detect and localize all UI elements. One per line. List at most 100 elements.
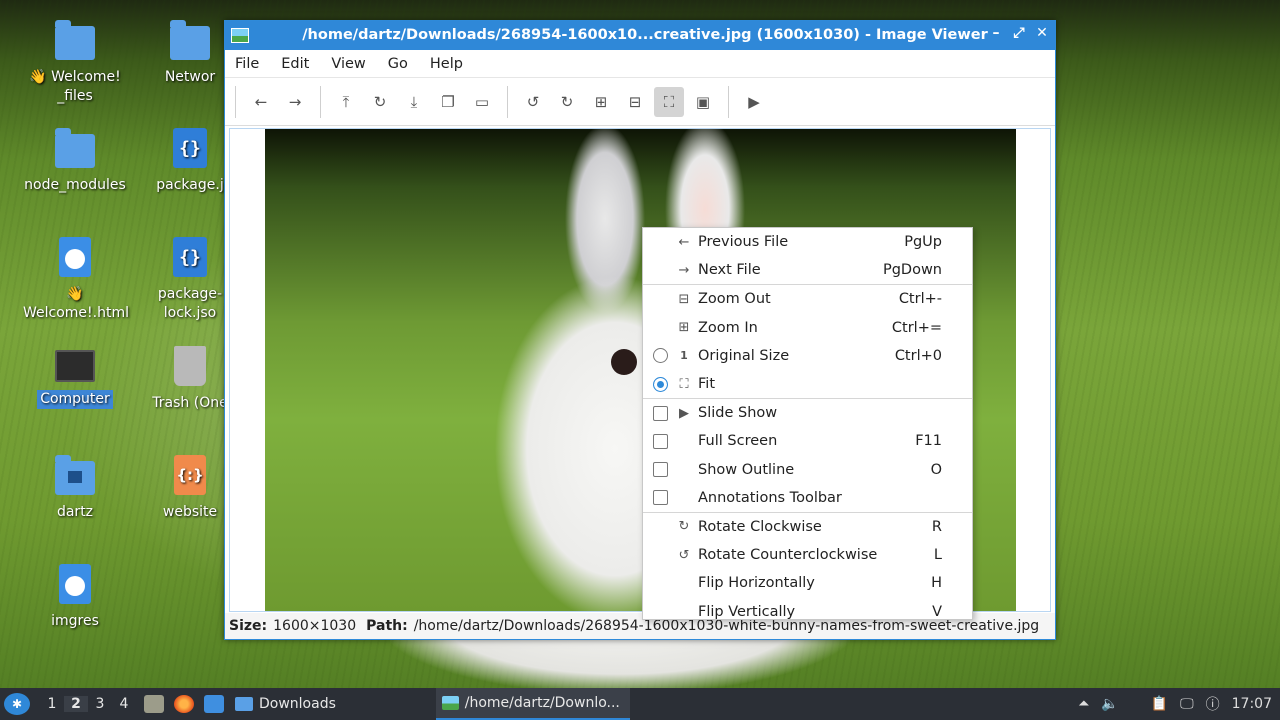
menu-item-next-file[interactable]: → Next File PgDown [643,256,972,284]
menu-item-accel: L [933,547,942,564]
desktop-icon-label: Networ [164,69,216,85]
desktop-icon-label: Computer [37,390,113,409]
menu-item-original-size[interactable]: 1 Original Size Ctrl+0 [643,342,972,370]
slide-show-checkbox[interactable] [653,405,668,421]
show-outline-checkbox[interactable] [653,462,668,478]
clock[interactable]: 17:07 [1232,696,1272,712]
menu-item-flip-vertically[interactable]: Flip Vertically V [643,597,972,625]
desktop-icon-welcome-html[interactable]: 👋 Welcome!.html [23,237,129,323]
menu-item-label: Rotate Clockwise [698,518,822,535]
desktop-icon-trash[interactable]: Trash (One [150,346,230,413]
desktop-icon-package-lock[interactable]: {} package- lock.jso [150,237,230,323]
fit-icon[interactable]: ⛶ [654,86,684,117]
workspace-3[interactable]: 3 [88,696,112,712]
menu-item-label: Previous File [698,234,789,251]
slideshow-icon[interactable]: ▶ [739,87,769,117]
menu-item-accel: Ctrl+- [898,291,942,308]
original-size-icon[interactable]: ▣ [688,87,718,117]
zoom-out-icon[interactable]: ⊟ [620,87,650,117]
save-icon[interactable]: ⤓ [399,87,429,117]
desktop-icon-label: node_modules [24,177,126,193]
menu-item-label: Next File [698,262,761,279]
workspace-4[interactable]: 4 [112,696,136,712]
toolbar-separator [320,85,321,118]
desktop-icon-website[interactable]: {:} website [150,455,230,522]
menu-item-flip-horizontally[interactable]: Flip Horizontally H [643,569,972,597]
maximize-button[interactable]: ⤢ [1012,25,1026,41]
annotations-toolbar-checkbox[interactable] [653,490,668,506]
menu-item-fit[interactable]: ⛶ Fit [643,370,972,398]
show-desktop-icon[interactable] [204,695,224,713]
menu-edit[interactable]: Edit [281,56,321,72]
start-menu-icon[interactable]: ✱ [4,693,30,715]
workspace-2[interactable]: 2 [64,696,88,712]
copy-icon[interactable]: ❐ [433,87,463,117]
menu-help[interactable]: Help [430,56,475,72]
file-manager-launcher-icon[interactable] [144,695,164,713]
menu-file[interactable]: File [235,56,271,72]
menu-view[interactable]: View [331,56,377,72]
menu-item-label: Annotations Toolbar [698,489,842,506]
menu-item-annotations-toolbar[interactable]: Annotations Toolbar [643,484,972,512]
zoom-out-icon: ⊟ [678,291,690,307]
menu-item-show-outline[interactable]: Show Outline O [643,456,972,484]
zoom-in-icon[interactable]: ⊞ [586,87,616,117]
close-button[interactable]: ✕ [1035,25,1049,41]
original-size-radio[interactable] [653,348,668,364]
menu-item-rotate-clockwise[interactable]: ↻ Rotate Clockwise R [643,513,972,541]
menu-item-rotate-counterclockwise[interactable]: ↺ Rotate Counterclockwise L [643,541,972,569]
rotate-counterclockwise-icon[interactable]: ↺ [518,87,548,117]
menu-item-accel: R [931,518,942,535]
path-label: Path: [366,618,408,634]
menu-item-label: Rotate Counterclockwise [698,547,878,564]
menu-item-label: Show Outline [698,461,795,478]
forward-icon[interactable]: → [280,87,310,117]
menu-item-accel: F11 [915,433,942,450]
reload-icon[interactable]: ↻ [365,87,395,117]
menu-item-full-screen[interactable]: Full Screen F11 [643,427,972,455]
menu-item-accel: Ctrl+0 [894,347,942,364]
full-screen-checkbox[interactable] [653,433,668,449]
tray-up-arrow-icon[interactable]: ⏶ [1078,696,1089,712]
arrow-right-icon: → [678,262,690,278]
menu-item-label: Zoom Out [698,291,771,308]
desktop-icon-node-modules[interactable]: node_modules [23,128,127,195]
firefox-icon[interactable] [174,695,194,713]
menu-item-label: Zoom In [698,319,758,336]
volume-icon[interactable]: 🔈 [1101,696,1118,712]
menu-item-accel: V [932,603,942,620]
desktop-icon-dartz[interactable]: dartz [23,455,127,522]
toolbar: ← → ⤒ ↻ ⤓ ❐ ▭ ↺ ↻ ⊞ ⊟ ⛶ ▣ ▶ [225,78,1055,126]
back-icon[interactable]: ← [246,87,276,117]
clipboard-icon[interactable]: 📋 [1151,696,1168,712]
desktop-icon-welcome-files[interactable]: 👋 Welcome! _files [23,20,127,106]
menu-go[interactable]: Go [388,56,420,72]
menu-item-previous-file[interactable]: ← Previous File PgUp [643,228,972,256]
workspace-1[interactable]: 1 [40,696,64,712]
desktop-icon-package-json[interactable]: {} package.j [150,128,230,195]
desktop-icon-computer[interactable]: Computer [23,346,127,409]
desktop-icon-network[interactable]: Networ [150,20,230,87]
code-file-icon: {} [173,128,207,168]
task-downloads[interactable]: Downloads [229,688,346,720]
folder-icon [55,128,95,168]
menu-item-accel: PgUp [904,234,942,251]
minimize-button[interactable]: – [989,25,1003,41]
desktop-icon-label: 👋 Welcome!.html [23,286,129,321]
upload-icon[interactable]: ⤒ [331,87,361,117]
js-file-icon: {:} [174,455,206,495]
menu-item-zoom-out[interactable]: ⊟ Zoom Out Ctrl+- [643,285,972,313]
rotate-clockwise-icon[interactable]: ↻ [552,87,582,117]
title-bar[interactable]: /home/dartz/Downloads/268954-1600x10...c… [225,21,1055,50]
menu-item-zoom-in[interactable]: ⊞ Zoom In Ctrl+= [643,314,972,342]
desktop-icon-imgres[interactable]: imgres [23,564,127,631]
task-image-viewer[interactable]: /home/dartz/Downlo... [435,688,630,720]
desktop-icon-label: 👋 Welcome! _files [29,69,121,104]
network-icon[interactable]: 🖵 [1180,696,1194,712]
task-label: /home/dartz/Downlo... [464,695,620,711]
fit-radio[interactable] [653,376,668,392]
fit-icon: ⛶ [679,376,689,392]
paste-icon[interactable]: ▭ [467,87,497,117]
menu-item-slide-show[interactable]: ▶ Slide Show [643,399,972,427]
update-notifier-icon[interactable]: ⓘ [1206,694,1220,714]
